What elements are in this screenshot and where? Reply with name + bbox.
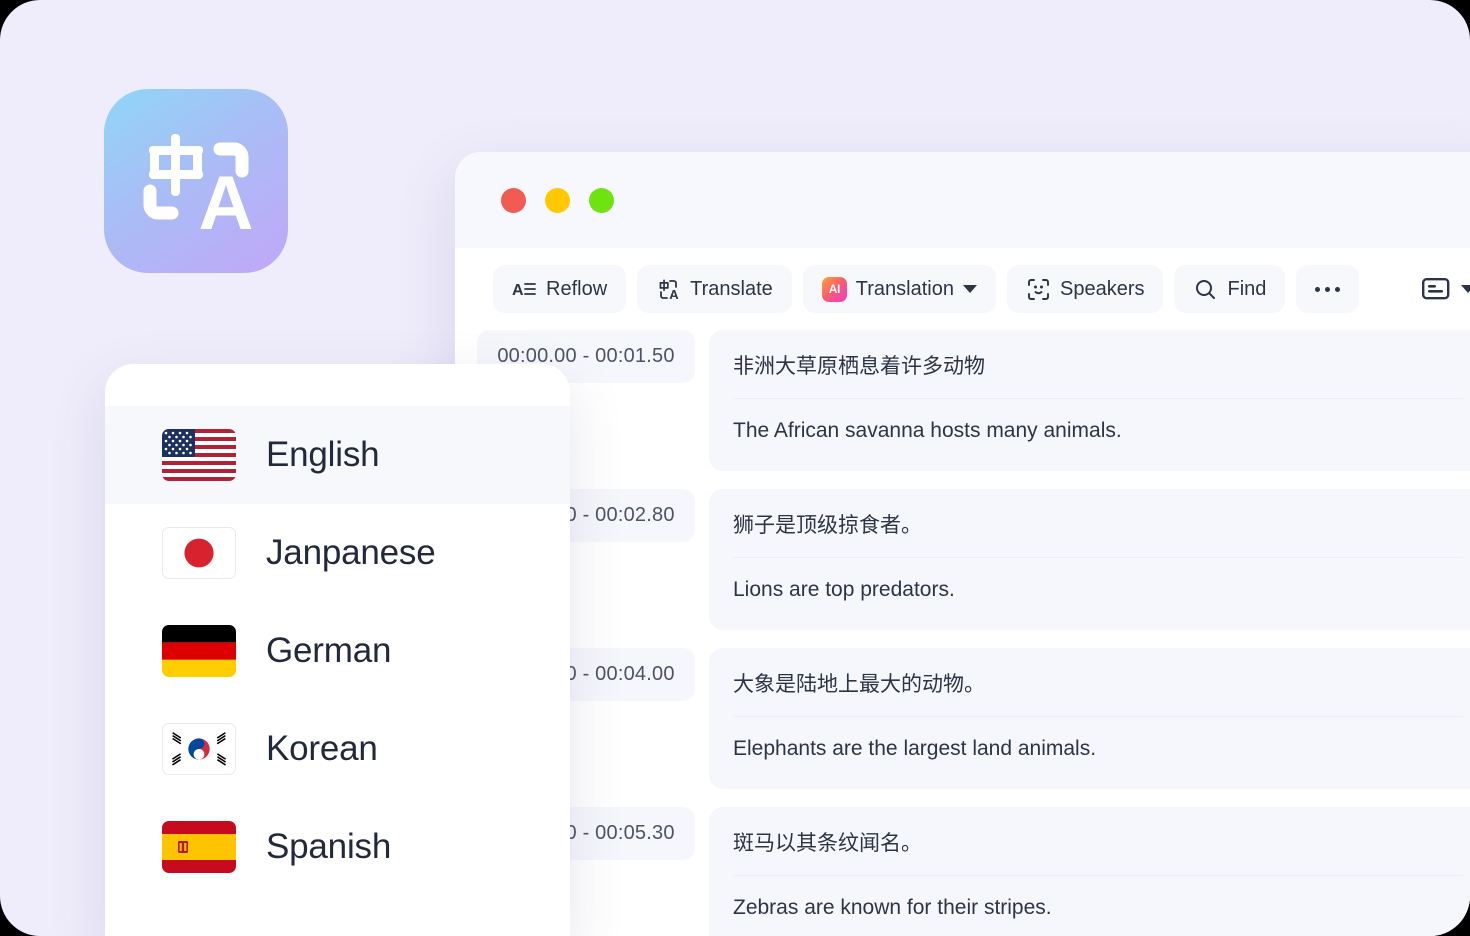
- ai-badge-icon: AI: [822, 277, 847, 302]
- page-root: A A Refl: [0, 0, 1470, 936]
- segment-card[interactable]: 斑马以其条纹闻名。 Zebras are known for their str…: [709, 807, 1470, 936]
- find-button[interactable]: Find: [1174, 265, 1285, 313]
- svg-text:A: A: [669, 287, 679, 302]
- language-label: Korean: [266, 729, 378, 769]
- speakers-button[interactable]: Speakers: [1007, 265, 1164, 313]
- segment-card[interactable]: 非洲大草原栖息着许多动物 The African savanna hosts m…: [709, 330, 1470, 471]
- flag-kr-icon: [162, 723, 236, 775]
- source-text: 狮子是顶级掠食者。: [733, 511, 1463, 558]
- language-menu: English Janpanese German: [105, 364, 570, 936]
- view-mode-dropdown[interactable]: [1416, 265, 1470, 313]
- transcript-row[interactable]: 00:04.00 - 00:05.30 斑马以其条纹闻名。 Zebras are…: [477, 807, 1470, 936]
- language-label: Janpanese: [266, 533, 435, 573]
- source-text: 大象是陆地上最大的动物。: [733, 670, 1463, 717]
- language-label: Spanish: [266, 827, 391, 867]
- source-text: 斑马以其条纹闻名。: [733, 829, 1463, 876]
- translation-label: Translation: [856, 279, 954, 299]
- face-scan-icon: [1026, 277, 1051, 302]
- transcript-list[interactable]: 00:00.00 - 00:01.50 非洲大草原栖息着许多动物 The Afr…: [455, 330, 1470, 936]
- reflow-icon: A: [512, 277, 537, 302]
- flag-us-icon: [162, 429, 236, 481]
- more-options-button[interactable]: [1296, 265, 1359, 313]
- svg-text:A: A: [512, 282, 524, 299]
- language-option-german[interactable]: German: [105, 602, 570, 700]
- speakers-label: Speakers: [1060, 279, 1145, 299]
- toolbar: A Reflow: [455, 248, 1470, 330]
- close-button[interactable]: [501, 188, 526, 213]
- transcript-row[interactable]: 00:02.80 - 00:04.00 大象是陆地上最大的动物。 Elephan…: [477, 648, 1470, 789]
- language-option-korean[interactable]: Korean: [105, 700, 570, 798]
- transcript-row[interactable]: 00:01.50 - 00:02.80 狮子是顶级掠食者。 Lions are …: [477, 489, 1470, 630]
- reflow-button[interactable]: A Reflow: [493, 265, 626, 313]
- window-titlebar: [455, 152, 1470, 248]
- transcript-row[interactable]: 00:00.00 - 00:01.50 非洲大草原栖息着许多动物 The Afr…: [477, 330, 1470, 471]
- source-text: 非洲大草原栖息着许多动物: [733, 352, 1463, 399]
- chevron-down-icon: [963, 285, 977, 293]
- find-label: Find: [1227, 279, 1266, 299]
- translated-text: Elephants are the largest land animals.: [733, 717, 1463, 764]
- subtitle-view-icon: [1422, 277, 1452, 301]
- language-option-japanese[interactable]: Janpanese: [105, 504, 570, 602]
- svg-text:A: A: [199, 161, 254, 246]
- translate-button[interactable]: A Translate: [637, 265, 792, 313]
- more-horizontal-icon: [1315, 287, 1340, 292]
- chevron-down-icon: [1461, 285, 1470, 293]
- zoom-button[interactable]: [589, 188, 614, 213]
- translate-app-icon: A: [104, 89, 288, 273]
- segment-card[interactable]: 狮子是顶级掠食者。 Lions are top predators.: [709, 489, 1470, 630]
- translated-text: The African savanna hosts many animals.: [733, 399, 1463, 446]
- search-icon: [1193, 277, 1218, 302]
- language-option-english[interactable]: English: [105, 406, 570, 504]
- translated-text: Zebras are known for their stripes.: [733, 876, 1463, 923]
- flag-jp-icon: [162, 527, 236, 579]
- translation-dropdown[interactable]: AI Translation: [803, 265, 996, 313]
- flag-es-icon: [162, 821, 236, 873]
- language-label: German: [266, 631, 391, 671]
- app-window: A Reflow: [455, 152, 1470, 936]
- minimize-button[interactable]: [545, 188, 570, 213]
- language-label: English: [266, 435, 379, 475]
- translated-text: Lions are top predators.: [733, 558, 1463, 605]
- translate-icon: A: [656, 277, 681, 302]
- language-option-spanish[interactable]: Spanish: [105, 798, 570, 896]
- translate-label: Translate: [690, 279, 773, 299]
- segment-card[interactable]: 大象是陆地上最大的动物。 Elephants are the largest l…: [709, 648, 1470, 789]
- flag-de-icon: [162, 625, 236, 677]
- reflow-label: Reflow: [546, 279, 607, 299]
